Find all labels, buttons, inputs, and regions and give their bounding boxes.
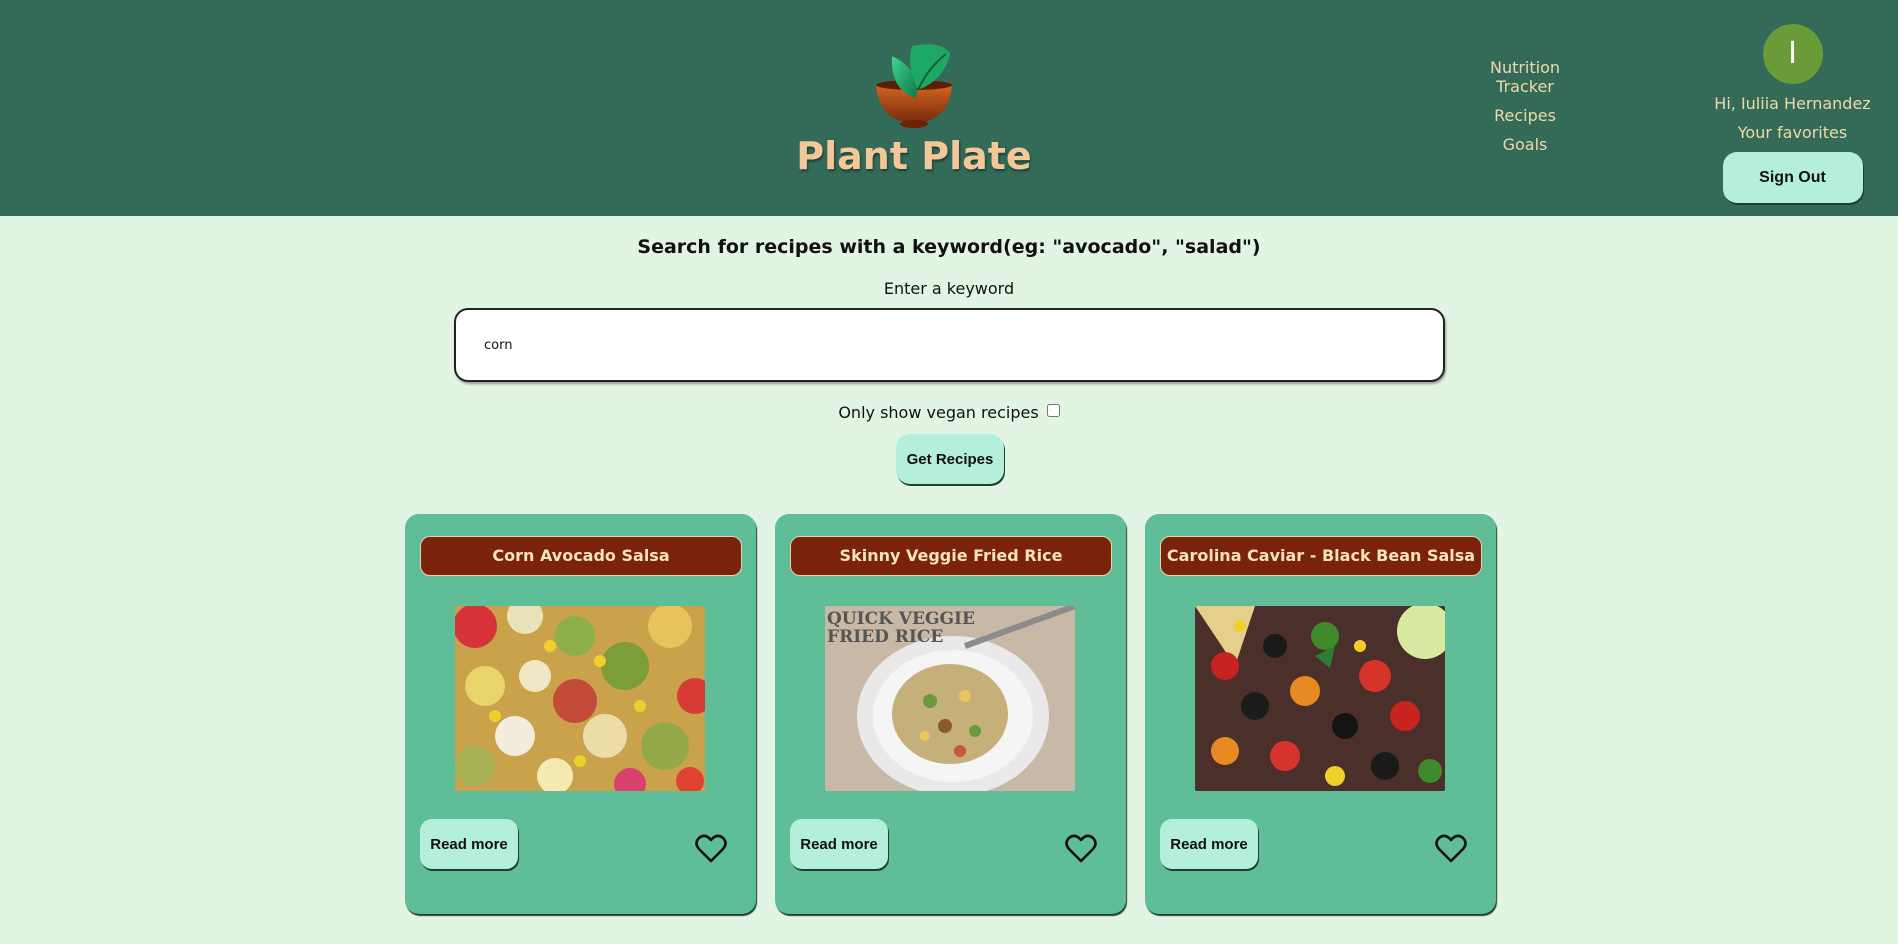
recipe-title: Carolina Caviar - Black Bean Salsa (1160, 536, 1482, 576)
vegan-filter: Only show vegan recipes (0, 403, 1898, 422)
recipe-card: Carolina Caviar - Black Bean Salsa Read … (1145, 514, 1496, 914)
read-more-button[interactable]: Read more (420, 819, 518, 869)
nav-goals[interactable]: Goals (1460, 135, 1590, 154)
recipe-image-skinny-veggie-fried-rice[interactable]: QUICK VEGGIE FRIED RICE (825, 606, 1075, 791)
heart-outline-icon[interactable] (1435, 834, 1467, 864)
recipe-card: Skinny Veggie Fried Rice QUICK VEGGIE FR… (775, 514, 1126, 914)
sign-out-button[interactable]: Sign Out (1722, 152, 1863, 203)
vegan-checkbox[interactable] (1046, 404, 1060, 417)
site-header: Plant Plate Nutrition Tracker Recipes Go… (0, 0, 1898, 216)
search-heading: Search for recipes with a keyword(eg: "a… (637, 236, 1261, 258)
recipe-title: Corn Avocado Salsa (420, 536, 742, 576)
recipe-image-carolina-caviar[interactable] (1195, 606, 1445, 791)
main-nav: Nutrition Tracker Recipes Goals (1460, 58, 1590, 164)
image-caption-line-2: FRIED RICE (827, 627, 943, 647)
vegan-filter-label: Only show vegan recipes (838, 403, 1039, 422)
favorites-link[interactable]: Your favorites (1700, 123, 1885, 142)
heart-outline-icon[interactable] (1065, 834, 1097, 864)
read-more-button[interactable]: Read more (790, 819, 888, 869)
nav-recipes[interactable]: Recipes (1460, 106, 1590, 125)
plant-bowl-logo[interactable] (872, 40, 956, 130)
read-more-button[interactable]: Read more (1160, 819, 1258, 869)
keyword-label: Enter a keyword (883, 279, 1015, 298)
user-greeting: Hi, Iuliia Hernandez (1714, 94, 1871, 113)
nav-nutrition-tracker[interactable]: Nutrition Tracker (1460, 58, 1590, 96)
image-caption-line-1: QUICK VEGGIE (827, 609, 975, 629)
brand-title: Plant Plate (796, 134, 1032, 178)
get-recipes-button[interactable]: Get Recipes (896, 434, 1004, 484)
keyword-input[interactable] (454, 308, 1445, 382)
recipe-card: Corn Avocado Salsa Read more (405, 514, 756, 914)
recipe-image-corn-avocado-salsa[interactable] (455, 606, 705, 791)
heart-outline-icon[interactable] (695, 834, 727, 864)
avatar[interactable]: I (1762, 24, 1823, 84)
user-panel: I Hi, Iuliia Hernandez Your favorites Si… (1700, 24, 1885, 203)
recipe-title: Skinny Veggie Fried Rice (790, 536, 1112, 576)
